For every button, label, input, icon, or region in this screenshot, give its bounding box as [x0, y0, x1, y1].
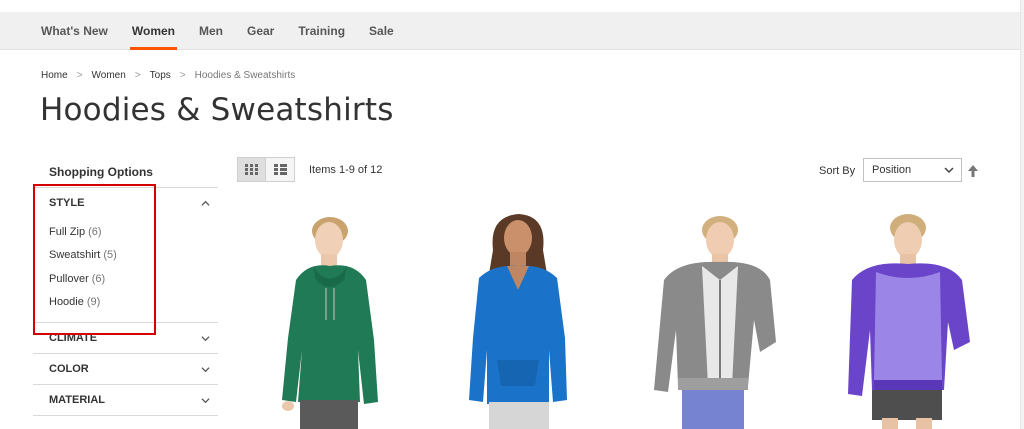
main-navigation: What's New Women Men Gear Training Sale: [0, 12, 1020, 50]
filter-material-toggle[interactable]: MATERIAL: [33, 385, 218, 415]
sort-by-value: Position: [872, 164, 912, 176]
nav-item-women[interactable]: Women: [120, 12, 187, 50]
arrow-up-icon[interactable]: [967, 164, 979, 178]
filter-climate-label: CLIMATE: [49, 332, 98, 344]
product-item[interactable]: [830, 210, 970, 429]
filter-material-label: MATERIAL: [49, 394, 106, 406]
page-title: Hoodies & Sweatshirts: [40, 92, 394, 128]
product-item[interactable]: [642, 210, 782, 429]
chevron-down-icon: [201, 366, 210, 372]
filter-option-pullover[interactable]: Pullover (6): [49, 267, 218, 291]
breadcrumb-separator: >: [134, 70, 141, 81]
nav-item-whats-new[interactable]: What's New: [29, 12, 120, 49]
list-view-icon: [273, 164, 287, 175]
filter-climate-toggle[interactable]: CLIMATE: [33, 323, 218, 353]
window-edge: [1020, 0, 1024, 429]
grid-view-button[interactable]: [237, 157, 266, 182]
list-view-button[interactable]: [266, 157, 295, 182]
filter-material: MATERIAL: [33, 385, 218, 416]
breadcrumb-tops[interactable]: Tops: [150, 70, 171, 81]
breadcrumb-separator: >: [76, 70, 83, 81]
filter-style-options: Full Zip (6) Sweatshirt (5) Pullover (6) Ho…: [33, 218, 218, 322]
nav-item-gear[interactable]: Gear: [235, 12, 286, 49]
product-image-woman-green-hoodie: [282, 217, 378, 429]
filter-style: STYLE Full Zip (6) Sweatshirt (5) Pullover…: [33, 188, 218, 323]
view-mode-switcher: [237, 157, 295, 182]
top-strip: [0, 0, 1024, 12]
filter-color-toggle[interactable]: COLOR: [33, 354, 218, 384]
filter-option-count: (6): [91, 272, 106, 285]
filter-option-label: Full Zip: [49, 225, 86, 238]
sort-by-select[interactable]: Position: [863, 158, 962, 182]
breadcrumb-separator: >: [179, 70, 186, 81]
filter-style-toggle[interactable]: STYLE: [33, 188, 218, 218]
product-item[interactable]: [455, 210, 595, 429]
product-image-woman-gray-zip-hoodie: [654, 216, 776, 429]
grid-view-icon: [245, 164, 258, 175]
filter-climate: CLIMATE: [33, 323, 218, 354]
chevron-down-icon: [944, 166, 954, 173]
nav-item-training[interactable]: Training: [286, 12, 357, 49]
product-item[interactable]: [268, 210, 408, 429]
filter-sidebar: Shopping Options STYLE Full Zip (6) Sweat…: [33, 155, 218, 416]
filter-option-hoodie[interactable]: Hoodie (9): [49, 291, 218, 315]
filter-option-count: (5): [103, 249, 117, 262]
nav-item-men[interactable]: Men: [187, 12, 235, 49]
nav-item-sale[interactable]: Sale: [357, 12, 406, 49]
filter-option-label: Hoodie: [49, 296, 84, 309]
filter-option-sweatshirt[interactable]: Sweatshirt (5): [49, 244, 218, 268]
filter-option-full-zip[interactable]: Full Zip (6): [49, 220, 218, 244]
breadcrumb-women[interactable]: Women: [92, 70, 126, 81]
chevron-down-icon: [201, 335, 210, 341]
filter-color-label: COLOR: [49, 363, 89, 375]
breadcrumb: Home > Women > Tops > Hoodies & Sweatshi…: [41, 70, 295, 81]
product-image-woman-purple-raglan-hoodie: [848, 214, 970, 429]
filter-option-label: Sweatshirt: [49, 249, 101, 262]
product-image-woman-blue-hoodie: [469, 214, 567, 429]
breadcrumb-current: Hoodies & Sweatshirts: [194, 70, 296, 81]
filter-style-label: STYLE: [49, 197, 85, 209]
filter-color: COLOR: [33, 354, 218, 385]
filter-option-label: Pullover: [49, 272, 89, 285]
filter-option-count: (9): [86, 296, 101, 309]
sort-by-label: Sort By: [819, 165, 856, 177]
chevron-up-icon: [201, 200, 210, 206]
filter-option-count: (6): [88, 225, 102, 238]
breadcrumb-home[interactable]: Home: [41, 70, 68, 81]
shopping-options-title: Shopping Options: [33, 155, 218, 188]
chevron-down-icon: [201, 397, 210, 403]
toolbar-amount: Items 1-9 of 12: [309, 164, 383, 176]
